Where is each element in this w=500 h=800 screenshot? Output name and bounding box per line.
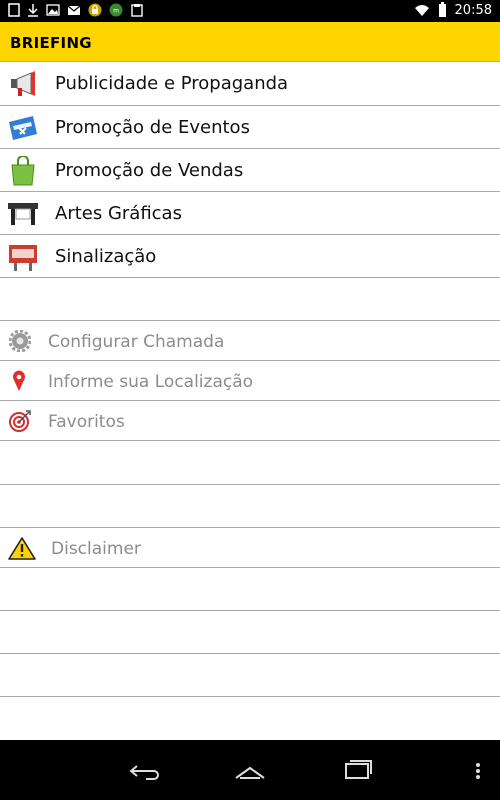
gear-icon bbox=[9, 330, 31, 352]
menu-item-publicidade[interactable]: Publicidade e Propaganda bbox=[0, 62, 500, 106]
home-icon[interactable] bbox=[233, 758, 273, 784]
shopping-bag-icon bbox=[11, 156, 35, 186]
clock: 20:58 bbox=[454, 2, 492, 18]
settings-item-label: Configurar Chamada bbox=[48, 332, 225, 352]
menu-item-label: Publicidade e Propaganda bbox=[55, 73, 289, 94]
menu-item-eventos[interactable]: Promoção de Eventos bbox=[0, 106, 500, 149]
wifi-icon bbox=[414, 5, 429, 16]
menu-item-label: Artes Gráficas bbox=[55, 203, 182, 224]
app-bar: BRIEFING bbox=[0, 22, 500, 62]
mail-icon bbox=[67, 5, 81, 15]
app-icon: m bbox=[109, 3, 123, 17]
list-spacer bbox=[0, 278, 500, 321]
settings-item-label: Favoritos bbox=[48, 412, 125, 432]
menu-item-label: Promoção de Eventos bbox=[55, 117, 250, 138]
list-spacer bbox=[0, 611, 500, 654]
app-title: BRIEFING bbox=[10, 34, 92, 52]
list-spacer bbox=[0, 654, 500, 697]
recent-apps-icon[interactable] bbox=[340, 758, 380, 784]
settings-item-localizacao[interactable]: Informe sua Localização bbox=[0, 361, 500, 401]
back-icon[interactable] bbox=[128, 758, 168, 784]
image-icon bbox=[46, 4, 60, 16]
settings-item-configurar-chamada[interactable]: Configurar Chamada bbox=[0, 321, 500, 361]
clipboard-icon bbox=[131, 4, 143, 17]
list-spacer bbox=[0, 441, 500, 485]
warning-icon bbox=[8, 537, 36, 560]
disclaimer-item[interactable]: Disclaimer bbox=[0, 528, 500, 568]
status-bar: m 20:58 bbox=[0, 0, 500, 22]
target-icon bbox=[9, 410, 31, 432]
svg-text:m: m bbox=[113, 8, 119, 15]
list-spacer bbox=[0, 485, 500, 528]
settings-item-label: Informe sua Localização bbox=[48, 372, 254, 392]
notification-icons: m bbox=[8, 3, 144, 17]
menu-item-vendas[interactable]: Promoção de Vendas bbox=[0, 149, 500, 192]
lock-icon bbox=[88, 3, 102, 17]
printer-icon bbox=[8, 203, 38, 225]
battery-icon bbox=[438, 2, 446, 17]
system-status: 20:58 bbox=[414, 2, 492, 18]
disclaimer-label: Disclaimer bbox=[51, 539, 141, 559]
menu-item-sinalizacao[interactable]: Sinalização bbox=[0, 235, 500, 278]
menu-item-artes[interactable]: Artes Gráficas bbox=[0, 192, 500, 235]
navigation-bar bbox=[0, 740, 500, 800]
menu-item-label: Sinalização bbox=[55, 246, 157, 267]
overflow-menu-icon[interactable] bbox=[470, 758, 500, 784]
sign-icon bbox=[9, 245, 37, 271]
settings-item-favoritos[interactable]: Favoritos bbox=[0, 401, 500, 441]
ticket-icon bbox=[9, 116, 37, 140]
menu-item-label: Promoção de Vendas bbox=[55, 160, 244, 181]
list-spacer bbox=[0, 568, 500, 611]
location-pin-icon bbox=[13, 370, 25, 391]
download-icon bbox=[28, 4, 38, 17]
megaphone-icon bbox=[11, 71, 35, 96]
tablet-icon bbox=[8, 3, 20, 17]
